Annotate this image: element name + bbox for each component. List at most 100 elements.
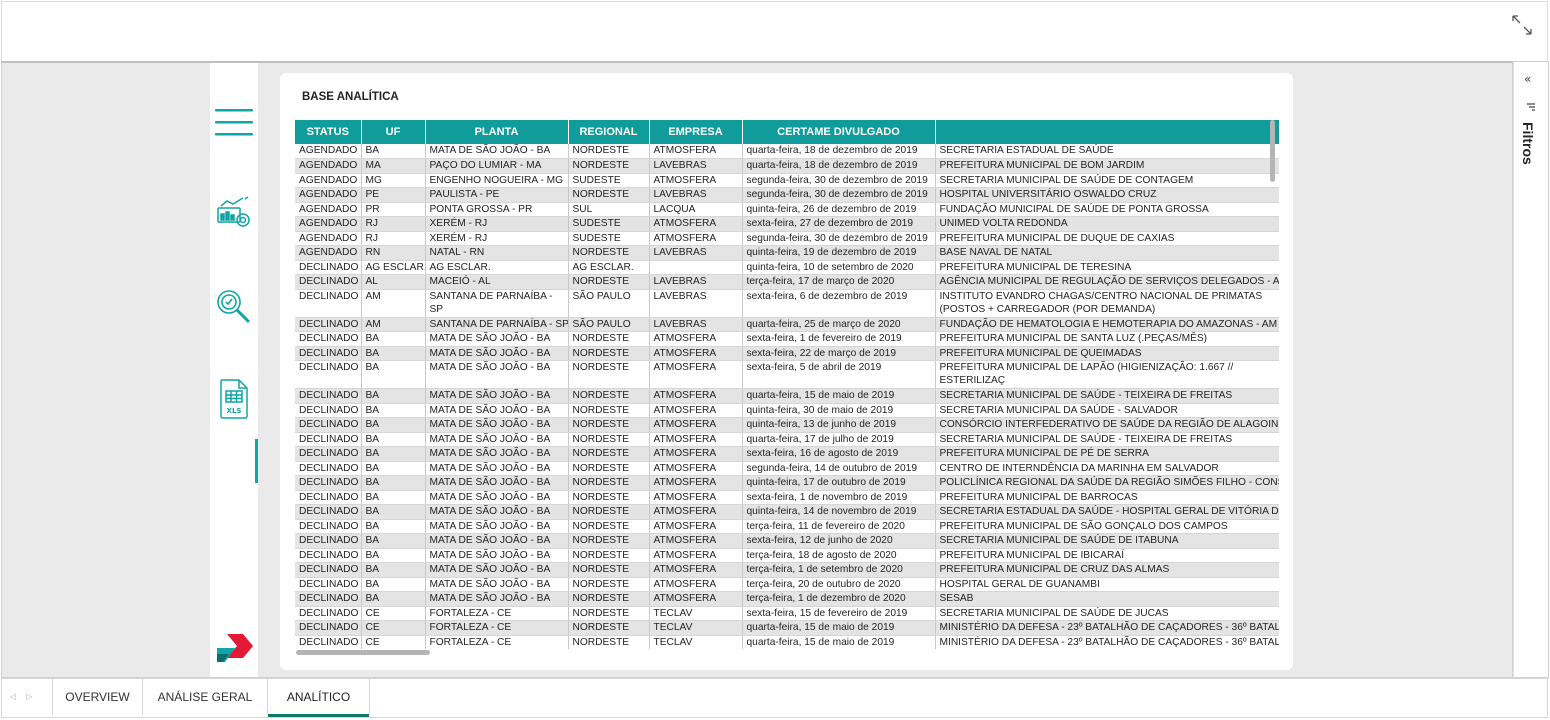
cell-empresa: ATMOSFERA bbox=[649, 216, 743, 232]
table-row[interactable]: AGENDADO PE PAULISTA - PE NORDESTE LAVEBRAS s… bbox=[295, 187, 1279, 203]
table-row[interactable]: DECLINADO AG ESCLAR. AG ESCLAR. AG ESCLAR. q… bbox=[295, 260, 1279, 275]
cell-empresa: ATMOSFERA bbox=[649, 144, 743, 159]
table-row[interactable]: DECLINADO BA MATA DE SÃO JOÃO - BA NORDESTE… bbox=[295, 519, 1279, 534]
cell-planta: SANTANA DE PARNAÍBA - SP bbox=[425, 289, 569, 318]
cell-uf: AL bbox=[361, 274, 426, 290]
tab-overview[interactable]: OVERVIEW bbox=[52, 679, 143, 715]
cell-empresa: TECLAV bbox=[649, 606, 743, 621]
cell-orgao: PREFEITURA MUNICIPAL DE IBICARAÍ bbox=[935, 548, 1279, 563]
tab-analise-geral[interactable]: ANÁLISE GERAL bbox=[143, 679, 268, 715]
cell-planta: MATA DE SÃO JOÃO - BA bbox=[425, 360, 569, 389]
cell-planta: PONTA GROSSA - PR bbox=[425, 202, 569, 217]
table-row[interactable]: AGENDADO RJ XERÉM - RJ SUDESTE ATMOSFERA sext… bbox=[295, 216, 1279, 232]
cell-uf: BA bbox=[361, 446, 426, 462]
cell-orgao: CONSÓRCIO INTERFEDERATIVO DE SAÚDE DA RE… bbox=[935, 417, 1279, 433]
table-row[interactable]: DECLINADO CE FORTALEZA - CE NORDESTE TECLAV q… bbox=[295, 620, 1279, 636]
column-header-status[interactable]: STATUS bbox=[295, 120, 362, 144]
cell-regional: NORDESTE bbox=[568, 504, 650, 520]
cell-status: AGENDADO bbox=[295, 187, 362, 203]
cell-orgao: PREFEITURA MUNICIPAL DE SANTA LUZ (.PEÇA… bbox=[935, 331, 1279, 347]
table-row[interactable]: DECLINADO CE FORTALEZA - CE NORDESTE TECLAV s… bbox=[295, 606, 1279, 621]
table-row[interactable]: DECLINADO BA MATA DE SÃO JOÃO - BA NORDESTE… bbox=[295, 346, 1279, 361]
table-row[interactable]: DECLINADO BA MATA DE SÃO JOÃO - BA NORDESTE… bbox=[295, 360, 1279, 389]
cell-uf: RN bbox=[361, 245, 426, 261]
table-row[interactable]: AGENDADO RN NATAL - RN NORDESTE LAVEBRAS quin… bbox=[295, 245, 1279, 261]
filters-label[interactable]: Filtros bbox=[1520, 122, 1536, 165]
table-row[interactable]: DECLINADO BA MATA DE SÃO JOÃO - BA NORDESTE… bbox=[295, 331, 1279, 347]
table-row[interactable]: DECLINADO BA MATA DE SÃO JOÃO - BA NORDESTE… bbox=[295, 388, 1279, 404]
cell-empresa: ATMOSFERA bbox=[649, 360, 743, 389]
column-header-orgao[interactable] bbox=[935, 120, 1279, 144]
collapse-chevron-icon[interactable]: « bbox=[1524, 72, 1531, 86]
table-row[interactable]: DECLINADO BA MATA DE SÃO JOÃO - BA NORDESTE… bbox=[295, 591, 1279, 607]
table-row[interactable]: DECLINADO BA MATA DE SÃO JOÃO - BA NORDESTE… bbox=[295, 504, 1279, 520]
vertical-scroll-thumb[interactable] bbox=[1270, 120, 1275, 182]
column-header-empresa[interactable]: EMPRESA bbox=[649, 120, 743, 144]
column-header-uf[interactable]: UF bbox=[361, 120, 426, 144]
cell-certame-divulgado: sexta-feira, 27 de dezembro de 2019 bbox=[742, 216, 936, 232]
table-row[interactable]: DECLINADO BA MATA DE SÃO JOÃO - BA NORDESTE… bbox=[295, 446, 1279, 462]
table-row[interactable]: DECLINADO BA MATA DE SÃO JOÃO - BA NORDESTE… bbox=[295, 475, 1279, 491]
cell-orgao: MINISTÉRIO DA DEFESA - 23º BATALHÃO DE C… bbox=[935, 620, 1279, 636]
cell-empresa: ATMOSFERA bbox=[649, 475, 743, 491]
cell-regional: NORDESTE bbox=[568, 346, 650, 361]
cell-uf: BA bbox=[361, 403, 426, 418]
table-row[interactable]: DECLINADO AM SANTANA DE PARNAÍBA - SP SÃO P… bbox=[295, 317, 1279, 332]
horizontal-scroll-thumb[interactable] bbox=[296, 650, 430, 655]
column-header-planta[interactable]: PLANTA bbox=[425, 120, 569, 144]
dashboard-analytics-icon[interactable] bbox=[210, 191, 258, 235]
filter-icon[interactable] bbox=[1526, 102, 1536, 115]
cell-planta: PAULISTA - PE bbox=[425, 187, 569, 203]
cell-orgao: FUNDAÇÃO DE HEMATOLOGIA E HEMOTERAPIA DO… bbox=[935, 317, 1279, 332]
expand-icon[interactable] bbox=[1511, 14, 1533, 36]
table-row[interactable]: AGENDADO MA PAÇO DO LUMIAR - MA NORDESTE LAV… bbox=[295, 158, 1279, 174]
cell-uf: MA bbox=[361, 158, 426, 174]
table-row[interactable]: AGENDADO RJ XERÉM - RJ SUDESTE ATMOSFERA segu… bbox=[295, 231, 1279, 246]
cell-orgao: HOSPITAL UNIVERSITÁRIO OSWALDO CRUZ bbox=[935, 187, 1279, 203]
tab-analitico[interactable]: ANALÍTICO bbox=[268, 679, 370, 717]
cell-planta: MATA DE SÃO JOÃO - BA bbox=[425, 432, 569, 447]
table-row[interactable]: DECLINADO AM SANTANA DE PARNAÍBA - SP SÃO P… bbox=[295, 289, 1279, 318]
cell-planta: MATA DE SÃO JOÃO - BA bbox=[425, 591, 569, 607]
analytics-table[interactable]: STATUS UF PLANTA REGIONAL EMPRESA CERTAM… bbox=[295, 120, 1279, 649]
table-row[interactable]: DECLINADO AL MACEIÓ - AL NORDESTE LAVEBRAS te… bbox=[295, 274, 1279, 290]
table-row[interactable]: AGENDADO PR PONTA GROSSA - PR SUL LACQUA quin… bbox=[295, 202, 1279, 217]
cell-uf: BA bbox=[361, 388, 426, 404]
table-row[interactable]: DECLINADO BA MATA DE SÃO JOÃO - BA NORDESTE… bbox=[295, 432, 1279, 447]
table-row[interactable]: DECLINADO BA MATA DE SÃO JOÃO - BA NORDESTE… bbox=[295, 562, 1279, 578]
cell-certame-divulgado: sexta-feira, 1 de fevereiro de 2019 bbox=[742, 331, 936, 347]
cell-certame-divulgado: quinta-feira, 10 de setembro de 2020 bbox=[742, 260, 936, 275]
cell-status: DECLINADO bbox=[295, 562, 362, 578]
cell-orgao: BASE NAVAL DE NATAL bbox=[935, 245, 1279, 261]
cell-orgao: CENTRO DE INTERNDÊNCIA DA MARINHA EM SAL… bbox=[935, 461, 1279, 476]
cell-status: DECLINADO bbox=[295, 274, 362, 290]
cell-uf: BA bbox=[361, 432, 426, 447]
cell-orgao: FUNDAÇÃO MUNICIPAL DE SAÚDE DE PONTA GRO… bbox=[935, 202, 1279, 217]
table-row[interactable]: DECLINADO BA MATA DE SÃO JOÃO - BA NORDESTE… bbox=[295, 461, 1279, 476]
vertical-scrollbar[interactable] bbox=[1270, 120, 1276, 649]
table-row[interactable]: DECLINADO BA MATA DE SÃO JOÃO - BA NORDESTE… bbox=[295, 577, 1279, 592]
cell-planta: FORTALEZA - CE bbox=[425, 635, 569, 649]
xls-export-icon[interactable]: XLS bbox=[210, 375, 258, 423]
cell-orgao: PREFEITURA MUNICIPAL DE PÉ DE SERRA bbox=[935, 446, 1279, 462]
menu-icon[interactable] bbox=[210, 103, 258, 143]
cell-orgao: SECRETARIA MUNICIPAL DE SAÚDE - TEIXEIRA… bbox=[935, 388, 1279, 404]
cell-orgao: SECRETARIA MUNICIPAL DE SAÚDE DE CONTAGE… bbox=[935, 173, 1279, 188]
column-header-regional[interactable]: REGIONAL bbox=[568, 120, 650, 144]
table-row[interactable]: DECLINADO BA MATA DE SÃO JOÃO - BA NORDESTE… bbox=[295, 548, 1279, 563]
table-row[interactable]: DECLINADO BA MATA DE SÃO JOÃO - BA NORDESTE… bbox=[295, 403, 1279, 418]
tab-scroll-arrows-icon[interactable]: ◁▷ bbox=[10, 692, 42, 701]
table-row[interactable]: DECLINADO CE FORTALEZA - CE NORDESTE TECLAV q… bbox=[295, 635, 1279, 649]
cell-status: DECLINADO bbox=[295, 417, 362, 433]
table-row[interactable]: AGENDADO BA MATA DE SÃO JOÃO - BA NORDESTE A… bbox=[295, 144, 1279, 159]
column-header-certame-divulgado[interactable]: CERTAME DIVULGADO bbox=[742, 120, 936, 144]
table-row[interactable]: AGENDADO MG ENGENHO NOGUEIRA - MG SUDESTE AT… bbox=[295, 173, 1279, 188]
cell-regional: NORDESTE bbox=[568, 274, 650, 290]
search-analysis-icon[interactable] bbox=[210, 285, 258, 329]
cell-certame-divulgado: quinta-feira, 14 de novembro de 2019 bbox=[742, 504, 936, 520]
cell-orgao: PREFEITURA MUNICIPAL DE BARROCAS bbox=[935, 490, 1279, 505]
table-row[interactable]: DECLINADO BA MATA DE SÃO JOÃO - BA NORDESTE… bbox=[295, 417, 1279, 433]
cell-status: AGENDADO bbox=[295, 158, 362, 174]
table-row[interactable]: DECLINADO BA MATA DE SÃO JOÃO - BA NORDESTE… bbox=[295, 490, 1279, 505]
table-row[interactable]: DECLINADO BA MATA DE SÃO JOÃO - BA NORDESTE… bbox=[295, 533, 1279, 549]
